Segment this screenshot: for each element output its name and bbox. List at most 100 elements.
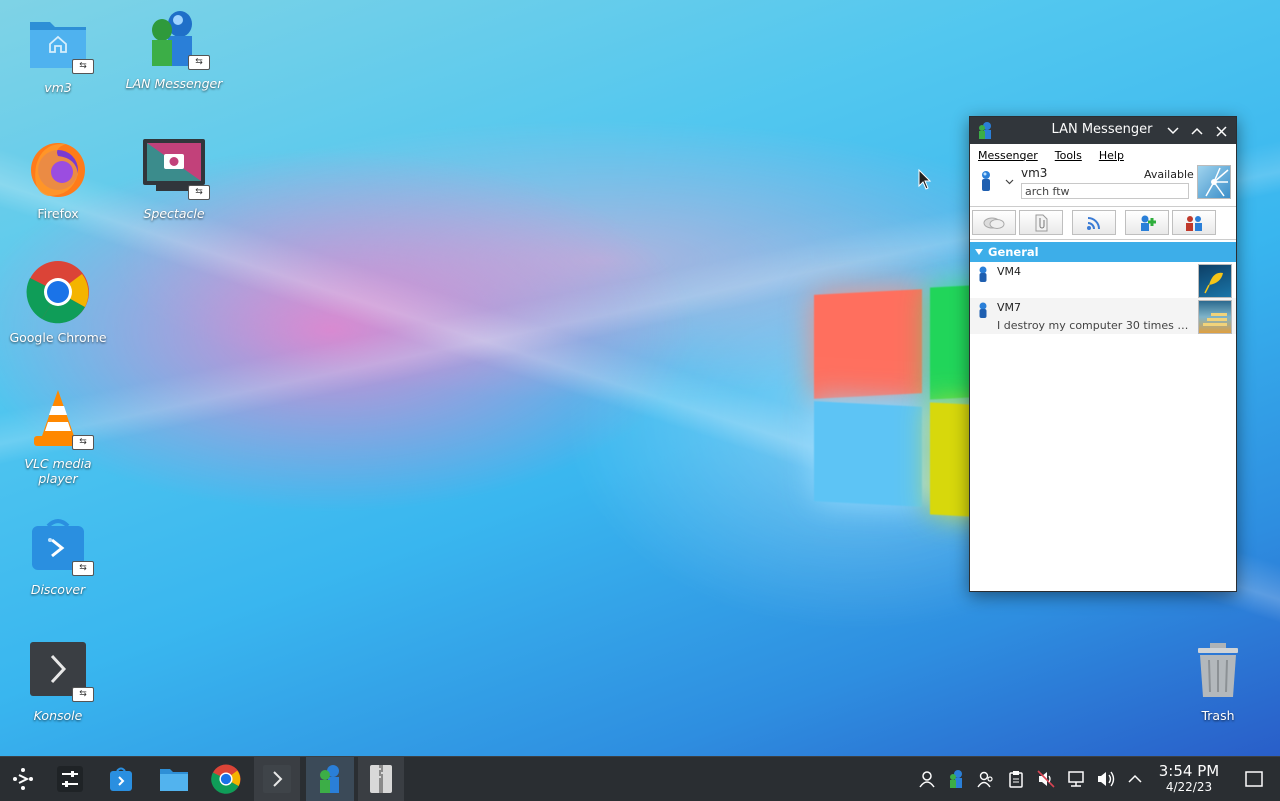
window-title: LAN Messenger <box>1051 122 1153 137</box>
discover-icon: ⇆ <box>26 512 94 576</box>
tray-network[interactable] <box>1062 757 1090 801</box>
close-icon <box>1215 125 1227 137</box>
expand-triangle-icon <box>975 249 983 255</box>
desktop-icon-label: LAN Messenger <box>125 76 223 91</box>
taskbar-chrome[interactable] <box>203 757 249 801</box>
tray-volume[interactable] <box>1092 757 1120 801</box>
chevron-up-icon <box>1128 774 1142 783</box>
contact-item-vm7[interactable]: VM7 I destroy my computer 30 times a day <box>970 298 1236 334</box>
taskbar-lan-messenger[interactable] <box>306 757 354 801</box>
wallpaper-logo-pane-blue <box>814 401 922 507</box>
lan-messenger-window[interactable]: LAN Messenger Messenger Tools Help vm3 A… <box>969 116 1237 592</box>
contact-note: I destroy my computer 30 times a day <box>997 319 1195 332</box>
tray-user[interactable] <box>913 757 941 801</box>
tray-clipboard[interactable] <box>1002 757 1030 801</box>
tray-users[interactable] <box>972 757 1000 801</box>
close-button[interactable] <box>1211 121 1231 141</box>
taskbar-archive[interactable] <box>358 757 404 801</box>
vlc-icon: ⇆ <box>26 386 94 450</box>
desktop-icon-label: VLC media player <box>24 456 92 486</box>
maximize-button[interactable] <box>1187 121 1207 141</box>
lan-messenger-icon: ⇆ <box>142 6 210 70</box>
chevron-down-icon <box>1167 127 1179 135</box>
show-desktop-icon <box>1245 771 1263 787</box>
contact-avatar <box>1198 264 1232 298</box>
desktop-icon-label: Konsole <box>33 708 83 723</box>
personal-message-input[interactable] <box>1021 183 1189 199</box>
lan-messenger-icon <box>320 765 339 793</box>
broadcast-icon <box>1087 216 1100 230</box>
konsole-icon <box>263 765 291 793</box>
discover-icon <box>110 767 132 791</box>
contact-name: VM4 <box>997 265 1022 278</box>
status-dropdown-chevron-icon[interactable] <box>1005 170 1014 189</box>
firefox-icon <box>26 136 90 200</box>
volume-icon <box>1098 771 1115 787</box>
wallpaper-logo-pane-red <box>814 289 922 399</box>
send-file-button[interactable] <box>1019 210 1063 235</box>
archive-icon <box>370 765 392 793</box>
contact-avatar <box>1198 300 1232 334</box>
digital-clock[interactable]: 3:54 PM 4/22/23 <box>1150 763 1228 795</box>
mute-icon <box>1037 770 1055 788</box>
taskbar-settings[interactable] <box>47 757 93 801</box>
home-folder-icon: ⇆ <box>26 10 94 74</box>
user-name: vm3 <box>1021 166 1048 180</box>
add-contact-button[interactable] <box>1125 210 1169 235</box>
contact-toolbar <box>970 206 1236 240</box>
file-manager-icon <box>160 769 188 791</box>
taskbar-file-manager[interactable] <box>151 757 197 801</box>
taskbar-discover[interactable] <box>98 757 144 801</box>
desktop-icon-discover[interactable]: ⇆ Discover <box>3 512 113 597</box>
application-launcher-icon <box>13 768 33 790</box>
user-status[interactable]: Available <box>1144 168 1194 181</box>
group-name: General <box>988 245 1039 259</box>
menu-tools[interactable]: Tools <box>1055 149 1082 162</box>
clock-date: 4/22/23 <box>1165 780 1213 794</box>
taskbar: 3:54 PM 4/22/23 <box>0 756 1280 801</box>
application-launcher-button[interactable] <box>0 757 46 801</box>
contact-status-icon <box>978 302 988 322</box>
broadcast-button[interactable] <box>1072 210 1116 235</box>
contact-item-vm4[interactable]: VM4 <box>970 262 1236 298</box>
desktop-icon-google-chrome[interactable]: Google Chrome <box>3 260 113 345</box>
chat-button[interactable] <box>972 210 1016 235</box>
desktop-icon-trash[interactable]: Trash <box>1163 638 1273 723</box>
desktop-icon-firefox[interactable]: Firefox <box>3 136 113 221</box>
desktop-icon-konsole[interactable]: ⇆ Konsole <box>3 638 113 723</box>
window-titlebar[interactable]: LAN Messenger <box>970 117 1236 144</box>
network-icon <box>1068 771 1084 787</box>
desktop-icon-lan-messenger[interactable]: ⇆ LAN Messenger <box>119 6 229 91</box>
tray-expand[interactable] <box>1121 757 1149 801</box>
lan-messenger-app-icon <box>976 121 994 143</box>
mouse-cursor-icon <box>918 169 932 190</box>
contact-status-icon <box>978 266 988 286</box>
tray-lan-messenger[interactable] <box>942 757 970 801</box>
desktop-icon-label: vm3 <box>44 80 72 95</box>
desktop-icon-vm3[interactable]: ⇆ vm3 <box>3 10 113 95</box>
group-header-general[interactable]: General <box>970 242 1236 262</box>
desktop-icon-label: Spectacle <box>143 206 205 221</box>
file-icon <box>1035 214 1048 231</box>
chrome-icon <box>26 260 90 324</box>
user-status-icon[interactable] <box>980 170 992 196</box>
taskbar-konsole[interactable] <box>254 757 300 801</box>
lan-messenger-tray-icon <box>950 770 962 788</box>
group-icon <box>1186 215 1202 231</box>
menu-bar: Messenger Tools Help <box>970 146 1236 164</box>
desktop-icon-vlc[interactable]: ⇆ VLC media player <box>3 386 113 486</box>
menu-help[interactable]: Help <box>1099 149 1124 162</box>
desktop-icon-spectacle[interactable]: ⇆ Spectacle <box>119 136 229 221</box>
minimize-button[interactable] <box>1163 121 1183 141</box>
contact-name: VM7 <box>997 301 1022 314</box>
menu-messenger[interactable]: Messenger <box>978 149 1038 162</box>
tray-mute[interactable] <box>1032 757 1060 801</box>
desktop-icon-label: Discover <box>30 582 86 597</box>
user-profile-row: vm3 Available <box>970 164 1236 204</box>
group-button[interactable] <box>1172 210 1216 235</box>
show-desktop-button[interactable] <box>1240 757 1268 801</box>
user-icon <box>919 771 935 788</box>
user-avatar[interactable] <box>1197 165 1231 199</box>
konsole-icon: ⇆ <box>26 638 94 702</box>
desktop-icon-label: Google Chrome <box>9 330 107 345</box>
